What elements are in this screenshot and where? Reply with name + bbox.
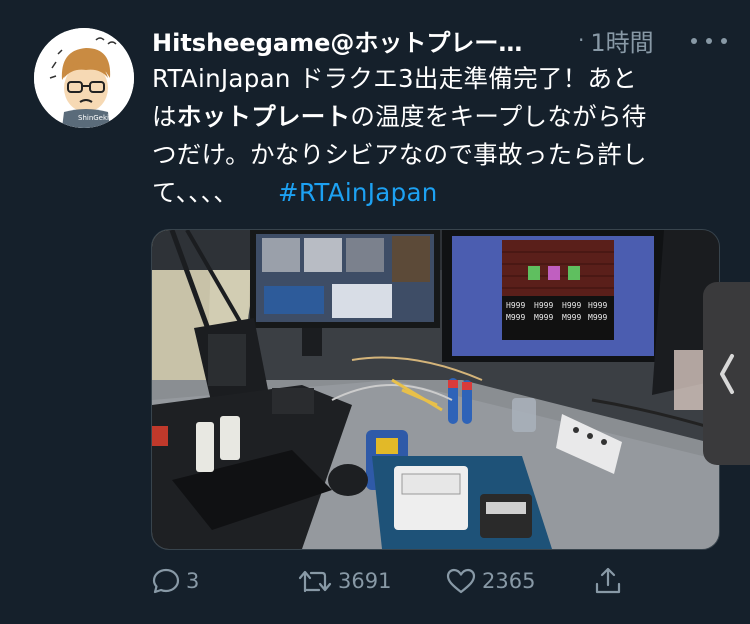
game-stat: M999 — [562, 313, 581, 322]
tweet-text-line: つだけ。かなりシビアなので事故ったら許し — [152, 140, 647, 169]
tweet-text-segment: の温度をキープしながら待 — [350, 102, 647, 131]
share-icon — [595, 567, 621, 594]
game-stat: M999 — [506, 313, 525, 322]
tweet-actions: 3 3691 2365 — [152, 563, 712, 599]
like-count: 2365 — [482, 569, 536, 593]
side-panel-tab[interactable] — [703, 282, 750, 465]
header-separator: · — [578, 28, 585, 52]
tweet-text-line: RTAinJapan ドラクエ3出走準備完了！あと — [152, 64, 638, 93]
hashtag-link[interactable]: #RTAinJapan — [278, 178, 438, 207]
reply-button[interactable]: 3 — [152, 563, 199, 599]
retweet-button[interactable]: 3691 — [298, 563, 391, 599]
tweet-timestamp[interactable]: 1時間 — [590, 23, 653, 58]
tweet-header: Hitsheegame@ホットプレー… · 1時間 — [152, 20, 727, 60]
retweet-count: 3691 — [338, 569, 392, 593]
author-name[interactable]: Hitsheegame@ホットプレー… — [152, 23, 570, 58]
share-button[interactable] — [594, 563, 628, 599]
retweet-icon — [298, 570, 332, 593]
tweet-photo[interactable]: H999 H999 H999 H999 M999 M999 M999 M999 — [151, 229, 720, 550]
tweet-text-line: はホットプレートの温度をキープしながら待 — [152, 98, 722, 136]
like-button[interactable]: 2365 — [446, 563, 535, 599]
avatar[interactable]: ShinGeki — [34, 28, 134, 128]
tweet-text-line: て、、、、 #RTAinJapan — [152, 174, 722, 212]
svg-text:ShinGeki: ShinGeki — [78, 114, 109, 122]
game-stat: H999 — [534, 301, 553, 310]
game-stat: H999 — [588, 301, 607, 310]
chevron-left-icon — [719, 353, 734, 394]
reply-count: 3 — [186, 569, 200, 593]
game-stat: H999 — [506, 301, 525, 310]
game-stat: M999 — [588, 313, 607, 322]
reply-icon — [152, 568, 180, 594]
tweet-text: RTAinJapan ドラクエ3出走準備完了！あと はホットプレートの温度をキー… — [152, 60, 722, 212]
game-stat: M999 — [534, 313, 553, 322]
heart-icon — [446, 568, 476, 594]
avatar-illustration: ShinGeki — [34, 28, 134, 128]
tweet-text-segment: て、、、、 — [152, 178, 239, 207]
game-stat: H999 — [562, 301, 581, 310]
tweet-text-segment: は — [152, 102, 177, 131]
tweet-text-bold: ホットプレート — [176, 102, 351, 131]
more-options-icon[interactable] — [691, 29, 727, 53]
photo-illustration: H999 H999 H999 H999 M999 M999 M999 M999 — [152, 230, 719, 549]
